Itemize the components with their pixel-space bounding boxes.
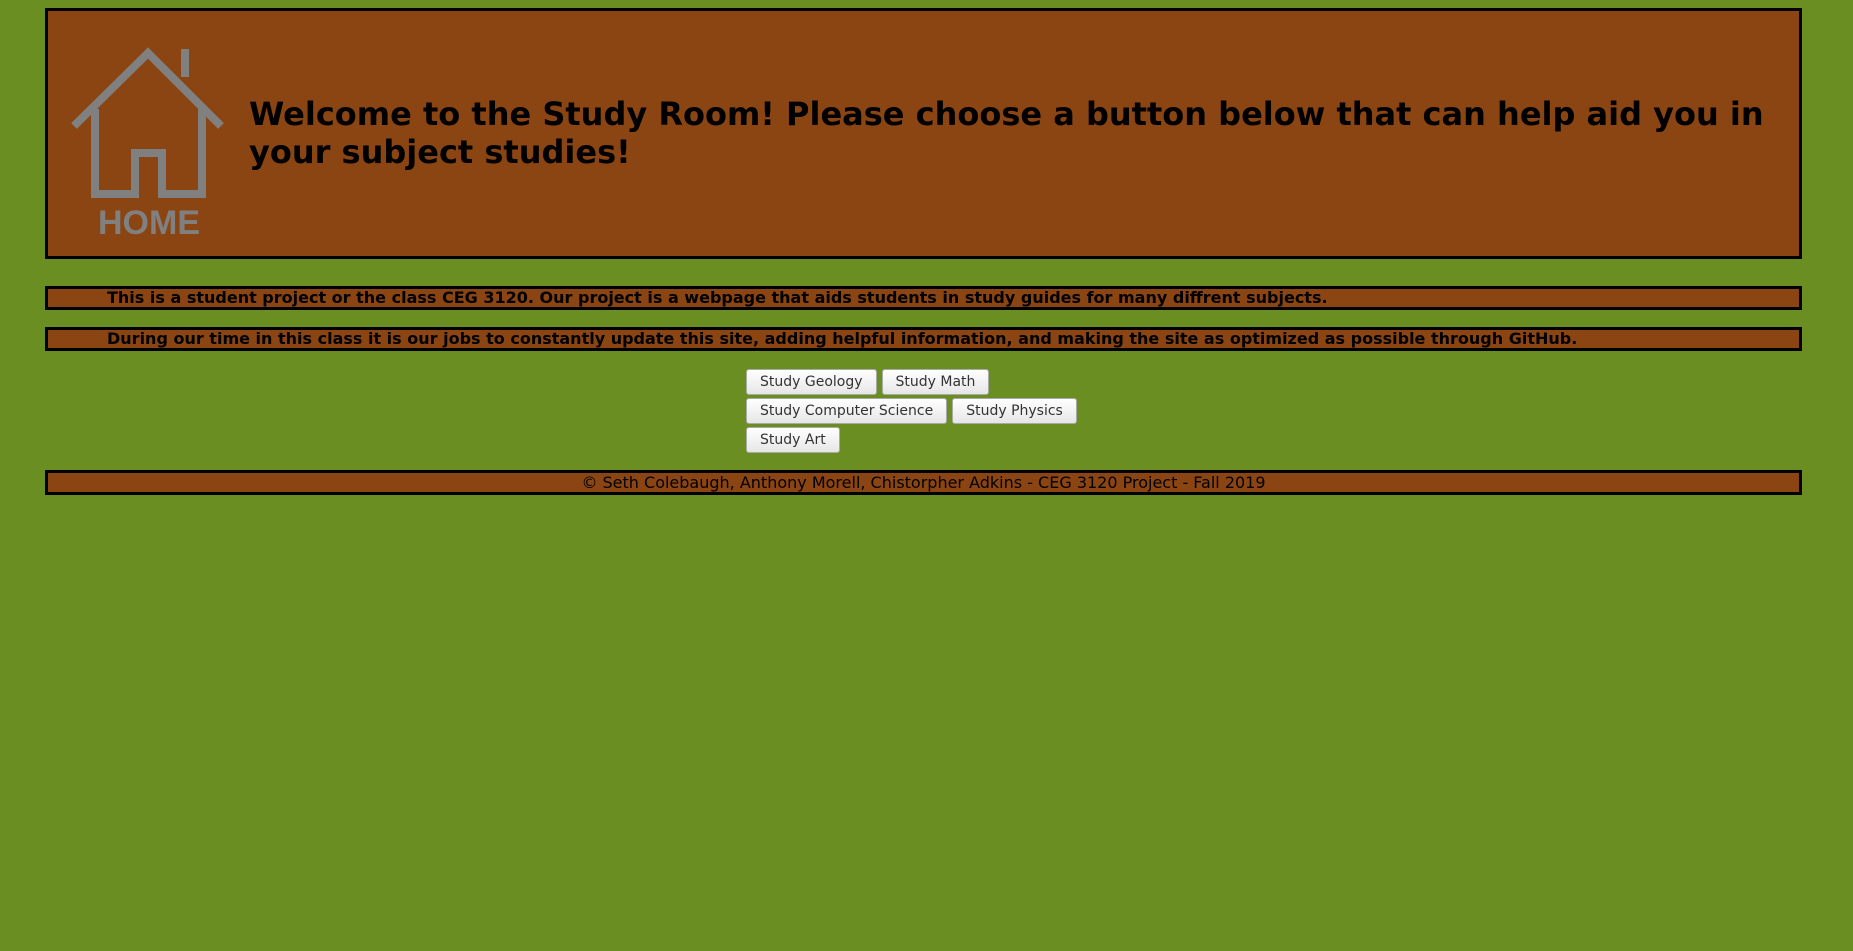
subject-buttons: Study Geology Study Math Study Computer S… [746,369,1086,456]
home-icon: HOME [71,47,224,239]
project-description-banner: This is a student project or the class C… [45,286,1802,310]
footer: © Seth Colebaugh, Anthony Morell, Chisto… [45,470,1802,495]
study-physics-button[interactable]: Study Physics [952,398,1077,424]
class-goals-banner: During our time in this class it is our … [45,327,1802,351]
button-row: Study Computer Science Study Physics [746,398,1086,424]
study-art-button[interactable]: Study Art [746,427,840,453]
study-computer-science-button[interactable]: Study Computer Science [746,398,948,424]
header: HOME Welcome to the Study Room! Please c… [45,8,1802,259]
home-link[interactable]: HOME [71,41,227,239]
home-logo-text: HOME [98,204,200,239]
page-title: Welcome to the Study Room! Please choose… [249,95,1764,171]
page: HOME Welcome to the Study Room! Please c… [0,0,1853,951]
study-geology-button[interactable]: Study Geology [746,369,877,395]
study-math-button[interactable]: Study Math [881,369,990,395]
button-row: Study Art [746,427,1086,453]
button-row: Study Geology Study Math [746,369,1086,395]
